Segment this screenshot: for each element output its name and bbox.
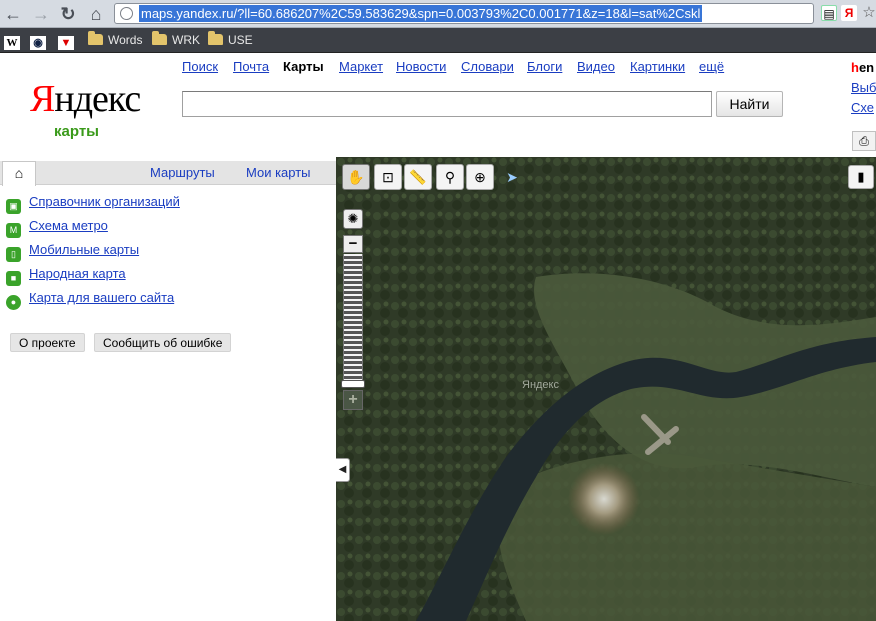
hand-tool-icon[interactable]: ✋ bbox=[342, 164, 370, 190]
about-button[interactable]: О проекте bbox=[10, 333, 85, 352]
home-icon[interactable]: ⌂ bbox=[85, 3, 107, 25]
back-icon[interactable]: ← bbox=[2, 3, 24, 25]
magnifier-tool-icon[interactable]: ⊡ bbox=[374, 164, 402, 190]
meadow-south bbox=[497, 453, 876, 621]
mobile-icon: ▯ bbox=[6, 247, 21, 262]
user-link-logout[interactable]: Выб bbox=[851, 78, 876, 98]
nav-market[interactable]: Маркет bbox=[339, 59, 383, 74]
placemark-tool-icon[interactable]: ⊕ bbox=[466, 164, 494, 190]
nav-search[interactable]: Поиск bbox=[182, 59, 218, 74]
nav-images[interactable]: Картинки bbox=[630, 59, 685, 74]
compass-icon[interactable]: ✺ bbox=[343, 209, 363, 229]
ruler-tool-icon[interactable]: 📏 bbox=[404, 164, 432, 190]
sidebar-link-metro[interactable]: M Схема метро bbox=[6, 217, 108, 238]
tab-routes[interactable]: Маршруты bbox=[150, 165, 215, 180]
zoom-out-button[interactable]: − bbox=[343, 235, 363, 253]
nav-mail[interactable]: Почта bbox=[233, 59, 269, 74]
sidebar: ⌂ Маршруты Мои карты ▣ Справочник организ… bbox=[0, 157, 336, 621]
metro-icon: M bbox=[6, 223, 21, 238]
bookmark-folder-wrk[interactable]: WRK bbox=[152, 31, 200, 49]
search-input[interactable] bbox=[182, 91, 712, 117]
satellite-imagery bbox=[336, 157, 876, 621]
search-button[interactable]: Найти bbox=[716, 91, 783, 117]
reload-icon[interactable]: ↻ bbox=[57, 3, 79, 25]
sidebar-tabs: ⌂ Маршруты Мои карты bbox=[0, 161, 336, 186]
zoom-in-button[interactable]: + bbox=[343, 390, 363, 410]
user-login[interactable]: hen bbox=[851, 58, 876, 78]
page-icon[interactable]: ▤ bbox=[821, 5, 837, 21]
browser-toolbar: ← → ↻ ⌂ maps.yandex.ru/?ll=60.686207%2C5… bbox=[0, 0, 876, 28]
bookmark-yandex[interactable]: ▼ bbox=[58, 32, 77, 50]
sidebar-link-mobile[interactable]: ▯ Мобильные карты bbox=[6, 241, 139, 262]
report-error-button[interactable]: Сообщить об ошибке bbox=[94, 333, 232, 352]
yandex-bookmark-icon: ▼ bbox=[58, 36, 74, 50]
user-links: hen Выб Схе bbox=[851, 58, 876, 118]
zoom-slider[interactable] bbox=[343, 254, 363, 388]
forward-icon[interactable]: → bbox=[30, 3, 52, 25]
people-map-icon: ■ bbox=[6, 271, 21, 286]
wikipedia-icon: W bbox=[4, 36, 20, 50]
chevron-left-icon: ◀ bbox=[338, 464, 347, 475]
radio-icon: ◉ bbox=[30, 36, 46, 50]
map-watermark: Яндекс bbox=[522, 379, 559, 391]
yandex-logo[interactable]: Яндекс bbox=[30, 79, 141, 119]
logo-subtitle: карты bbox=[54, 123, 99, 140]
folder-icon bbox=[208, 31, 223, 45]
tab-my-maps[interactable]: Мои карты bbox=[246, 165, 311, 180]
folder-icon bbox=[88, 31, 103, 45]
print-icon[interactable]: ⎙ bbox=[852, 131, 876, 151]
page-header: Яндекс карты Поиск Почта Карты Маркет Но… bbox=[0, 53, 876, 157]
user-link-schema[interactable]: Схе bbox=[851, 98, 876, 118]
route-tool-icon[interactable]: ⚲ bbox=[436, 164, 464, 190]
bookmarks-bar: W ◉ ▼ Words WRK USE bbox=[0, 28, 876, 53]
bookmark-wikipedia[interactable]: W bbox=[4, 32, 23, 50]
bookmark-folder-words[interactable]: Words bbox=[88, 31, 142, 49]
nav-video[interactable]: Видео bbox=[577, 59, 615, 74]
zoom-slider-handle[interactable] bbox=[341, 380, 365, 388]
nav-blogs[interactable]: Блоги bbox=[527, 59, 562, 74]
site-map-icon: ● bbox=[6, 295, 21, 310]
traffic-icon[interactable]: ▮ bbox=[848, 165, 874, 189]
bookmark-radio[interactable]: ◉ bbox=[30, 32, 49, 50]
sidebar-link-site-map[interactable]: ● Карта для вашего сайта bbox=[6, 289, 174, 310]
bright-spot bbox=[568, 463, 640, 535]
address-bar[interactable]: maps.yandex.ru/?ll=60.686207%2C59.583629… bbox=[114, 3, 814, 24]
address-url[interactable]: maps.yandex.ru/?ll=60.686207%2C59.583629… bbox=[139, 5, 703, 22]
home-tab-icon: ⌂ bbox=[14, 165, 24, 181]
nav-news[interactable]: Новости bbox=[396, 59, 446, 74]
nav-dictionaries[interactable]: Словари bbox=[461, 59, 514, 74]
nav-more[interactable]: ещё bbox=[699, 59, 724, 74]
bookmark-folder-use[interactable]: USE bbox=[208, 31, 253, 49]
tab-home[interactable]: ⌂ bbox=[2, 161, 36, 186]
directory-icon: ▣ bbox=[6, 199, 21, 214]
pointer-tool-icon[interactable]: ➤ bbox=[498, 164, 526, 190]
sidebar-link-directory[interactable]: ▣ Справочник организаций bbox=[6, 193, 180, 214]
star-icon[interactable]: ☆ bbox=[861, 5, 876, 21]
satellite-map[interactable]: ✋ ⊡ 📏 ⚲ ⊕ ➤ ▮ ✺ − + Яндекс bbox=[336, 157, 876, 621]
yandex-bar-icon[interactable]: Я bbox=[841, 5, 857, 21]
globe-icon bbox=[120, 7, 133, 20]
collapse-sidebar-button[interactable]: ◀ bbox=[336, 458, 350, 482]
folder-icon bbox=[152, 31, 167, 45]
sidebar-link-people-map[interactable]: ■ Народная карта bbox=[6, 265, 126, 286]
nav-maps: Карты bbox=[283, 59, 324, 74]
